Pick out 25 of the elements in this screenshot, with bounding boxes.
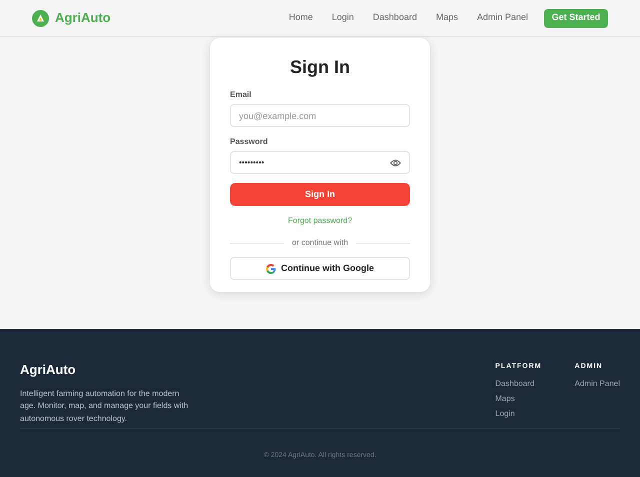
footer-link[interactable]: Maps [495,394,542,402]
brand-name: AgriAuto [55,9,111,28]
password-label: Password [230,136,269,148]
footer-description: Intelligent farming automation for the modern age. Monitor, map, and manage your fields with autonomous rover technology. [20,388,190,425]
nav-link[interactable]: Home [288,11,313,25]
email-field[interactable]: you@example.com [230,104,410,127]
footer-link[interactable]: Login [495,408,542,418]
password-field[interactable]: ••••••••• [230,151,410,174]
eye-icon[interactable] [390,158,401,166]
nav-link[interactable]: Login [332,11,354,25]
google-icon [266,264,276,274]
email-label: Email [230,89,252,101]
sign-in-button[interactable]: Sign In [230,183,410,206]
sign-in-title: Sign In [289,58,351,76]
forgot-password-link[interactable]: Forgot password? [288,215,352,227]
footer-brand: AgriAuto [20,361,77,379]
footer-link[interactable]: Dashboard [495,378,542,388]
footer-link[interactable]: Admin Panel [574,378,620,388]
nav-link[interactable]: Admin Panel [476,11,528,25]
logo-icon [32,10,49,26]
nav-link[interactable]: Maps [436,11,458,25]
nav-link[interactable]: Dashboard [372,11,417,25]
google-button[interactable]: Continue with Google [230,257,410,280]
divider-text: or continue with [292,237,348,249]
get-started-button[interactable]: Get Started [544,8,608,28]
